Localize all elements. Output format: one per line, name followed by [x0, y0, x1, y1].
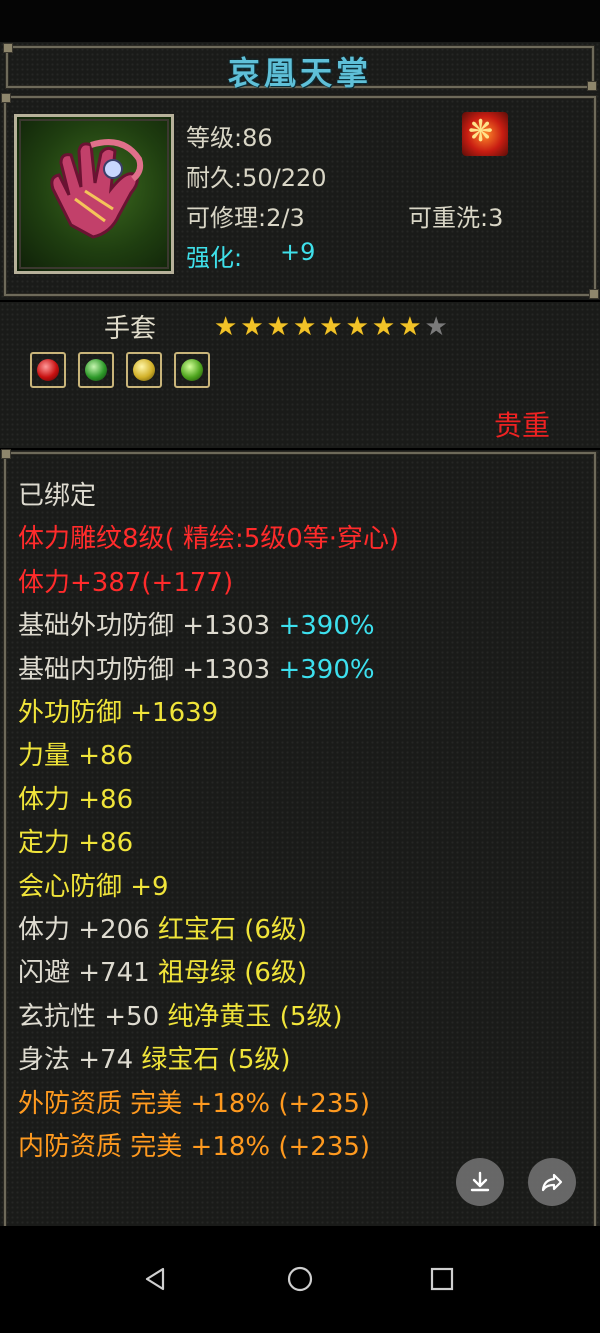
- download-button[interactable]: [456, 1158, 504, 1206]
- attribute-text: 体力 +206: [18, 915, 158, 945]
- rarity-label: 贵重: [494, 409, 551, 442]
- star-filled-icon: ★: [319, 312, 346, 342]
- attribute-text: +390%: [278, 654, 375, 685]
- jade-gem-icon[interactable]: [126, 352, 162, 388]
- attribute-text: 绿宝石 (5级): [141, 1045, 291, 1076]
- attribute-text: 基础内功防御 +1303: [18, 654, 279, 685]
- level-stat: 等级:86: [186, 124, 273, 152]
- star-empty-icon: ★: [424, 312, 451, 342]
- item-type: 手套: [104, 314, 157, 344]
- rewash-stat: 可重洗:3: [408, 204, 504, 232]
- navigation-bar: [0, 1226, 600, 1333]
- attribute-text: +390%: [278, 611, 375, 642]
- enhance-label: 强化:: [186, 244, 243, 272]
- attribute-text: 身法 +74: [18, 1045, 142, 1076]
- share-button[interactable]: [528, 1158, 576, 1206]
- recents-icon: [430, 1267, 454, 1291]
- repair-stat: 可修理:2/3: [186, 204, 305, 232]
- recents-button[interactable]: [422, 1259, 462, 1299]
- star-filled-icon: ★: [371, 312, 399, 342]
- attribute-text: 祖母绿 (6级): [157, 958, 308, 989]
- attribute-line: 外防资质 完美 +18% (+235): [18, 1088, 370, 1120]
- star-filled-icon: ★: [292, 312, 320, 342]
- attribute-text: 体力+387(+177): [18, 567, 234, 598]
- emerald-gem-icon[interactable]: [78, 352, 114, 388]
- share-icon: [541, 1173, 563, 1192]
- home-icon: [287, 1266, 313, 1292]
- attribute-line: 身法 +74 绿宝石 (5级): [18, 1044, 291, 1076]
- attribute-text: 玄抗性 +50: [18, 1001, 168, 1032]
- star-filled-icon: ★: [266, 312, 293, 342]
- attribute-text: 红宝石 (6级): [157, 915, 308, 945]
- star-filled-icon: ★: [214, 312, 241, 342]
- attribute-line: 内防资质 完美 +18% (+235): [18, 1131, 370, 1163]
- attribute-line: 体力雕纹8级( 精绘:5级0等·穿心): [18, 523, 399, 555]
- status-bar: [0, 0, 600, 42]
- star-rating: ★★★★★★★★★: [214, 312, 451, 342]
- enhance-value: +9: [280, 238, 316, 266]
- attribute-text: 纯净黄玉 (5级): [167, 1001, 343, 1032]
- attribute-line: 体力+387(+177): [18, 567, 233, 599]
- attribute-line: 已绑定: [18, 480, 96, 512]
- attribute-line: 定力 +86: [18, 827, 133, 859]
- attribute-text: 基础外功防御 +1303: [18, 611, 279, 642]
- attribute-text: 已绑定: [18, 481, 97, 511]
- glove-icon: [50, 139, 144, 239]
- attribute-line: 玄抗性 +50 纯净黄玉 (5级): [18, 1001, 343, 1033]
- durability-stat: 耐久:50/220: [186, 164, 327, 192]
- star-filled-icon: ★: [398, 312, 425, 342]
- star-filled-icon: ★: [345, 312, 372, 342]
- attribute-text: 力量 +86: [18, 741, 134, 772]
- fire-bird-icon: ❋: [462, 112, 508, 156]
- attribute-text: 会心防御 +9: [18, 871, 169, 902]
- attribute-line: 体力 +86: [18, 784, 133, 816]
- attribute-line: 体力 +206 红宝石 (6级): [18, 914, 307, 946]
- title-panel: 哀凰天掌: [0, 42, 600, 94]
- attribute-text: 定力 +86: [18, 828, 134, 859]
- attribute-line: 基础外功防御 +1303 +390%: [18, 610, 375, 642]
- attribute-text: 体力雕纹8级( 精绘:5级0等·穿心): [18, 524, 400, 555]
- attribute-text: 内防资质 完美 +18% (+235): [18, 1132, 371, 1162]
- attribute-text: 闪避 +741: [18, 958, 158, 989]
- glove-item-icon[interactable]: [14, 114, 174, 274]
- attribute-text: 外防资质 完美 +18% (+235): [18, 1088, 371, 1119]
- attribute-line: 基础内功防御 +1303 +390%: [18, 654, 375, 686]
- attribute-line: 力量 +86: [18, 740, 133, 772]
- red-gem-icon[interactable]: [30, 352, 66, 388]
- back-icon: [145, 1267, 165, 1291]
- attribute-text: 外功防御 +1639: [18, 698, 219, 728]
- back-button[interactable]: [136, 1259, 176, 1299]
- download-icon: [470, 1171, 490, 1192]
- item-name: 哀凰天掌: [227, 54, 372, 92]
- home-button[interactable]: [280, 1259, 320, 1299]
- attribute-line: 外功防御 +1639: [18, 697, 218, 729]
- attribute-text: 体力 +86: [18, 784, 134, 815]
- green-gem-icon[interactable]: [174, 352, 210, 388]
- attribute-line: 会心防御 +9: [18, 871, 169, 903]
- star-filled-icon: ★: [240, 312, 267, 342]
- attribute-line: 闪避 +741 祖母绿 (6级): [18, 957, 307, 989]
